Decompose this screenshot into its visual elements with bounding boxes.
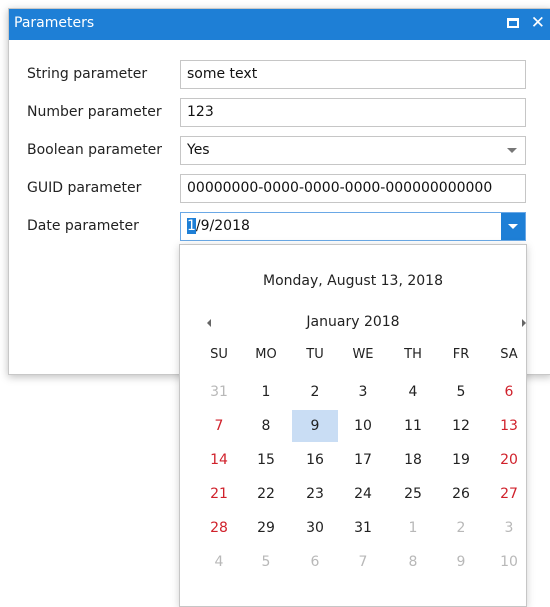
calendar-day[interactable]: 2: [292, 376, 338, 408]
calendar-day[interactable]: 8: [243, 410, 289, 442]
calendar-day[interactable]: 22: [243, 478, 289, 510]
calendar-day[interactable]: 28: [196, 512, 242, 544]
date-dropdown-button[interactable]: [501, 213, 525, 240]
calendar-day[interactable]: 26: [438, 478, 484, 510]
calendar-day[interactable]: 23: [292, 478, 338, 510]
calendar-day[interactable]: 2: [438, 512, 484, 544]
calendar-day[interactable]: 14: [196, 444, 242, 476]
string-parameter-label: String parameter: [27, 66, 148, 82]
calendar-day[interactable]: 15: [243, 444, 289, 476]
boolean-parameter-value: Yes: [187, 142, 210, 158]
calendar-day[interactable]: 17: [340, 444, 386, 476]
maximize-icon[interactable]: [507, 18, 519, 28]
weekday-fr: FR: [452, 347, 470, 362]
date-parameter-row: Date parameter 1/9/2018: [9, 212, 550, 243]
calendar-day[interactable]: 9: [438, 546, 484, 578]
calendar-day[interactable]: 7: [340, 546, 386, 578]
number-parameter-row: Number parameter 123: [9, 98, 550, 129]
calendar-day[interactable]: 3: [340, 376, 386, 408]
date-parameter-input[interactable]: 1/9/2018: [180, 212, 526, 241]
calendar-day-selected[interactable]: 9: [292, 410, 338, 442]
weekday-su: SU: [210, 347, 228, 362]
boolean-parameter-select[interactable]: Yes: [180, 136, 526, 165]
close-icon[interactable]: ✕: [531, 13, 545, 33]
string-parameter-input[interactable]: some text: [180, 60, 526, 89]
calendar-day[interactable]: 31: [340, 512, 386, 544]
title-bar[interactable]: Parameters ✕: [9, 9, 550, 40]
calendar-day[interactable]: 7: [196, 410, 242, 442]
calendar-day[interactable]: 21: [196, 478, 242, 510]
calendar-day[interactable]: 1: [390, 512, 436, 544]
boolean-parameter-row: Boolean parameter Yes: [9, 136, 550, 167]
calendar-day[interactable]: 4: [390, 376, 436, 408]
calendar-day[interactable]: 27: [486, 478, 532, 510]
calendar-day[interactable]: 30: [292, 512, 338, 544]
string-parameter-row: String parameter some text: [9, 60, 550, 91]
calendar-day[interactable]: 3: [486, 512, 532, 544]
weekday-sa: SA: [500, 347, 518, 362]
calendar-day[interactable]: 1: [243, 376, 289, 408]
calendar-day[interactable]: 25: [390, 478, 436, 510]
weekday-we: WE: [352, 347, 374, 362]
calendar-day[interactable]: 12: [438, 410, 484, 442]
calendar-day[interactable]: 6: [292, 546, 338, 578]
calendar-day[interactable]: 4: [196, 546, 242, 578]
date-parameter-label: Date parameter: [27, 218, 139, 234]
chevron-down-icon[interactable]: [507, 148, 517, 153]
calendar-day[interactable]: 6: [486, 376, 532, 408]
calendar-day[interactable]: 18: [390, 444, 436, 476]
weekday-mo: MO: [255, 347, 277, 362]
guid-parameter-input[interactable]: 00000000-0000-0000-0000-000000000000: [180, 174, 526, 203]
calendar-day[interactable]: 24: [340, 478, 386, 510]
calendar-day[interactable]: 5: [243, 546, 289, 578]
calendar-day[interactable]: 11: [390, 410, 436, 442]
number-parameter-label: Number parameter: [27, 104, 162, 120]
calendar-day[interactable]: 13: [486, 410, 532, 442]
chevron-right-icon[interactable]: [522, 319, 526, 327]
boolean-parameter-label: Boolean parameter: [27, 142, 163, 158]
chevron-down-icon: [508, 224, 518, 229]
weekday-th: TH: [404, 347, 422, 362]
weekday-tu: TU: [306, 347, 324, 362]
date-selected-text: 1: [187, 218, 196, 234]
calendar-today-link[interactable]: Monday, August 13, 2018: [180, 273, 526, 289]
calendar-day[interactable]: 8: [390, 546, 436, 578]
calendar-day[interactable]: 5: [438, 376, 484, 408]
calendar-day[interactable]: 20: [486, 444, 532, 476]
window-title: Parameters: [14, 15, 95, 31]
calendar-day[interactable]: 16: [292, 444, 338, 476]
guid-parameter-label: GUID parameter: [27, 180, 142, 196]
number-parameter-input[interactable]: 123: [180, 98, 526, 127]
calendar-month-title[interactable]: January 2018: [180, 314, 526, 330]
calendar-day[interactable]: 10: [340, 410, 386, 442]
calendar-day[interactable]: 29: [243, 512, 289, 544]
guid-parameter-row: GUID parameter 00000000-0000-0000-0000-0…: [9, 174, 550, 205]
calendar-popup: Monday, August 13, 2018 January 2018 SU M…: [179, 244, 527, 607]
calendar-day[interactable]: 19: [438, 444, 484, 476]
calendar-day[interactable]: 31: [196, 376, 242, 408]
date-rest-text: /9/2018: [195, 218, 250, 234]
calendar-day[interactable]: 10: [486, 546, 532, 578]
